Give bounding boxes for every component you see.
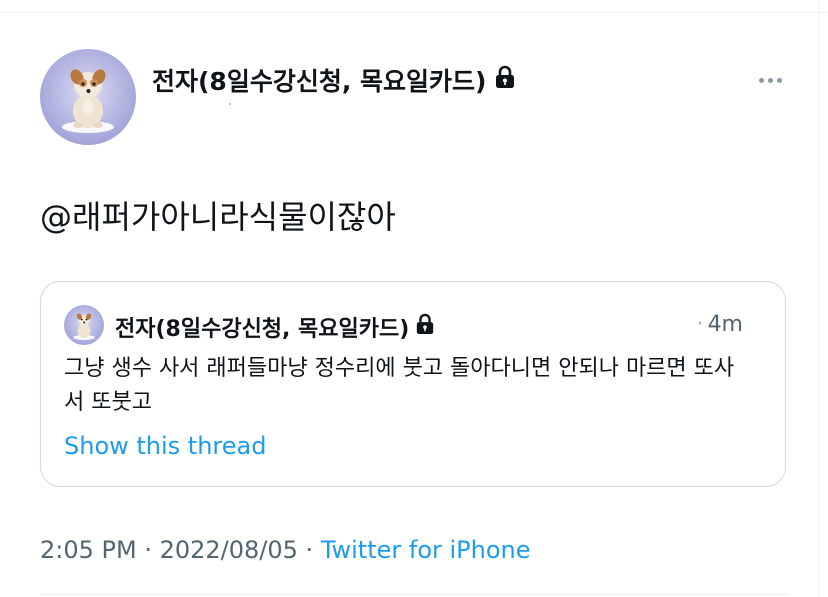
bottom-divider [40,594,788,595]
show-thread-link[interactable]: Show this thread [64,432,266,460]
tweet-timestamp: 2:05 PM · 2022/08/05 · Twitter for iPhon… [40,536,531,564]
time[interactable]: 2:05 PM [40,536,137,564]
more-options-icon[interactable] [752,66,788,94]
date[interactable]: 2022/08/05 [160,536,298,564]
quoted-display-name[interactable]: 전자(8일수강신청, 목요일카드) [115,311,435,343]
display-name[interactable]: 전자(8일수강신청, 목요일카드) [152,62,516,98]
source-link[interactable]: Twitter for iPhone [321,536,531,564]
quoted-avatar[interactable] [64,305,104,345]
quoted-timestamp[interactable]: · 4m [697,312,743,337]
tweet-text: @래퍼가아니라식물이잖아 [40,198,396,236]
lock-icon [494,65,516,95]
top-divider [0,12,828,13]
quoted-tweet[interactable]: 전자(8일수강신청, 목요일카드) · 4m 그냥 생수 사서 래퍼들마냥 정수리… [40,281,786,487]
right-divider [819,0,820,597]
handle [229,103,231,105]
lock-icon [415,313,435,341]
avatar[interactable] [40,49,136,145]
quoted-text: 그냥 생수 사서 래퍼들마냥 정수리에 붓고 돌아다니면 안되나 마르면 또사서… [64,356,735,415]
